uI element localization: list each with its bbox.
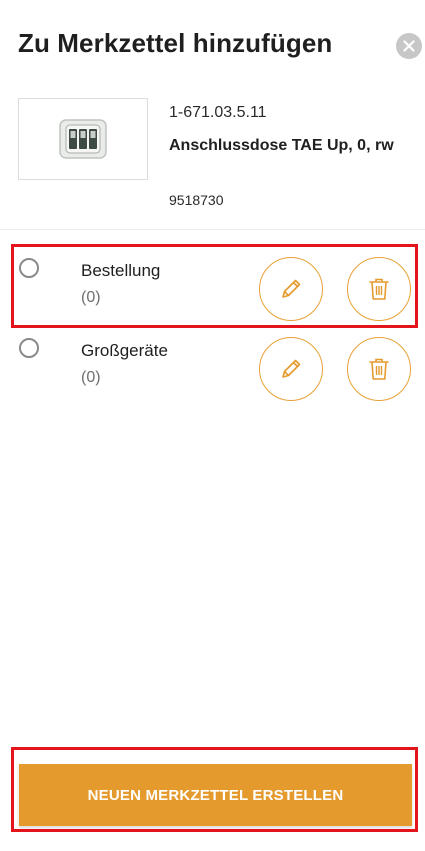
pencil-icon	[282, 359, 301, 378]
product-image	[18, 98, 148, 180]
trash-icon	[369, 358, 389, 380]
delete-list-button[interactable]	[347, 337, 411, 401]
product-article-number: 9518730	[169, 192, 224, 208]
close-icon	[403, 40, 415, 52]
trash-icon	[369, 278, 389, 300]
create-wishlist-button[interactable]: NEUEN MERKZETTEL ERSTELLEN	[19, 764, 412, 826]
dialog-title: Zu Merkzettel hinzufügen	[18, 28, 333, 58]
add-to-wishlist-dialog: Zu Merkzettel hinzufügen 1-671.03.5.11 A…	[0, 0, 425, 851]
list-count: (0)	[81, 369, 101, 386]
list-item[interactable]: Bestellung (0)	[0, 252, 425, 322]
edit-list-button[interactable]	[259, 257, 323, 321]
list-name: Bestellung	[81, 261, 161, 280]
product-number: 1-671.03.5.11	[169, 104, 267, 121]
tae-socket-image	[59, 119, 107, 159]
list-radio[interactable]	[19, 338, 39, 358]
close-button[interactable]	[396, 33, 422, 59]
product-name: Anschlussdose TAE Up, 0, rw	[169, 137, 394, 154]
divider	[0, 229, 425, 230]
delete-list-button[interactable]	[347, 257, 411, 321]
list-name: Großgeräte	[81, 341, 168, 360]
list-count: (0)	[81, 289, 101, 306]
list-radio[interactable]	[19, 258, 39, 278]
edit-list-button[interactable]	[259, 337, 323, 401]
pencil-icon	[282, 279, 301, 298]
list-item[interactable]: Großgeräte (0)	[0, 332, 425, 402]
